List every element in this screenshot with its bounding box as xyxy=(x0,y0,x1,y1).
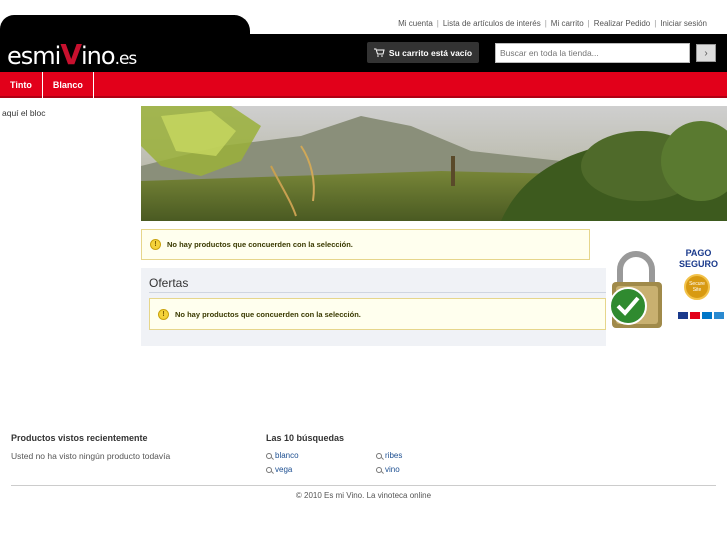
seguro-label: SEGURO xyxy=(678,259,718,269)
amex-icon xyxy=(714,312,724,319)
notice-text: No hay productos que concuerden con la s… xyxy=(167,240,353,249)
logo-text-es: .es xyxy=(114,49,138,69)
link-mi-cuenta[interactable]: Mi cuenta xyxy=(398,19,433,28)
search-icon xyxy=(266,466,272,473)
search-icon xyxy=(376,452,382,459)
chevron-right-icon: › xyxy=(704,47,708,59)
pago-seguro-label: PAGO SEGURO xyxy=(679,248,718,270)
search-icon xyxy=(376,466,382,473)
nav-item-blanco[interactable]: Blanco xyxy=(43,72,94,98)
search-term-label: blanco xyxy=(275,451,299,460)
link-mi-carrito[interactable]: Mi carrito xyxy=(551,19,584,28)
search-input[interactable] xyxy=(495,43,690,63)
search-term-link[interactable]: blanco xyxy=(266,451,299,460)
search-submit-button[interactable]: › xyxy=(696,44,716,62)
recent-products-title: Productos vistos recientemente xyxy=(11,433,148,443)
search-term-label: ribes xyxy=(385,451,403,460)
top-searches-title: Las 10 búsquedas xyxy=(266,433,345,443)
lightbulb-icon: ! xyxy=(158,308,169,320)
cart-button[interactable]: Su carrito está vacío xyxy=(367,42,479,63)
header-top-area xyxy=(235,0,727,34)
card-logos xyxy=(678,312,724,319)
search-term-link[interactable]: ribes xyxy=(376,451,402,460)
link-separator: | xyxy=(436,19,439,28)
search-term-label: vega xyxy=(275,465,293,474)
ofertas-title: Ofertas xyxy=(149,276,189,290)
search-icon xyxy=(266,452,272,459)
lightbulb-icon: ! xyxy=(150,239,161,250)
top-links: Mi cuenta | Lista de artículos de interés… xyxy=(398,19,707,28)
no-products-notice: ! No hay productos que concuerden con la… xyxy=(141,229,590,260)
logo-text-v: V xyxy=(60,38,82,71)
hero-banner-image xyxy=(141,106,727,221)
ofertas-notice: ! No hay productos que concuerden con la… xyxy=(149,298,606,330)
ofertas-notice-text: No hay productos que concuerden con la s… xyxy=(175,309,361,319)
padlock-icon xyxy=(609,251,662,328)
link-wishlist[interactable]: Lista de artículos de interés xyxy=(443,19,541,28)
nav-item-tinto[interactable]: Tinto xyxy=(0,72,43,98)
pago-label: PAGO xyxy=(685,248,712,258)
sidebar-block-text: aquí el bloc xyxy=(2,108,46,118)
recent-products-text: Usted no ha visto ningún producto todaví… xyxy=(11,451,171,461)
search-term-label: vino xyxy=(385,465,400,474)
ofertas-divider xyxy=(149,292,606,293)
search-term-link[interactable]: vega xyxy=(266,465,292,474)
site-logo[interactable]: esmi Vino .es xyxy=(7,38,138,71)
link-login[interactable]: Iniciar sesión xyxy=(660,19,707,28)
footer-divider xyxy=(11,485,716,486)
link-separator: | xyxy=(544,19,547,28)
search-term-link[interactable]: vino xyxy=(376,465,400,474)
logo-text-1: esmi xyxy=(7,42,61,70)
main-nav: Tinto Blanco xyxy=(0,72,727,98)
secure-site-seal: Secure Site xyxy=(684,274,710,300)
logo-text-2: ino xyxy=(81,42,116,70)
link-separator: | xyxy=(654,19,657,28)
mastercard-icon xyxy=(690,312,700,319)
maestro-icon xyxy=(702,312,712,319)
cart-icon xyxy=(373,48,385,57)
cart-label: Su carrito está vacío xyxy=(388,47,473,58)
link-checkout[interactable]: Realizar Pedido xyxy=(594,19,650,28)
link-separator: | xyxy=(587,19,590,28)
secure-payment-badge: PAGO SEGURO Secure Site xyxy=(606,244,726,332)
visa-icon xyxy=(678,312,688,319)
copyright-text: © 2010 Es mi Vino. La vinoteca online xyxy=(295,491,432,500)
